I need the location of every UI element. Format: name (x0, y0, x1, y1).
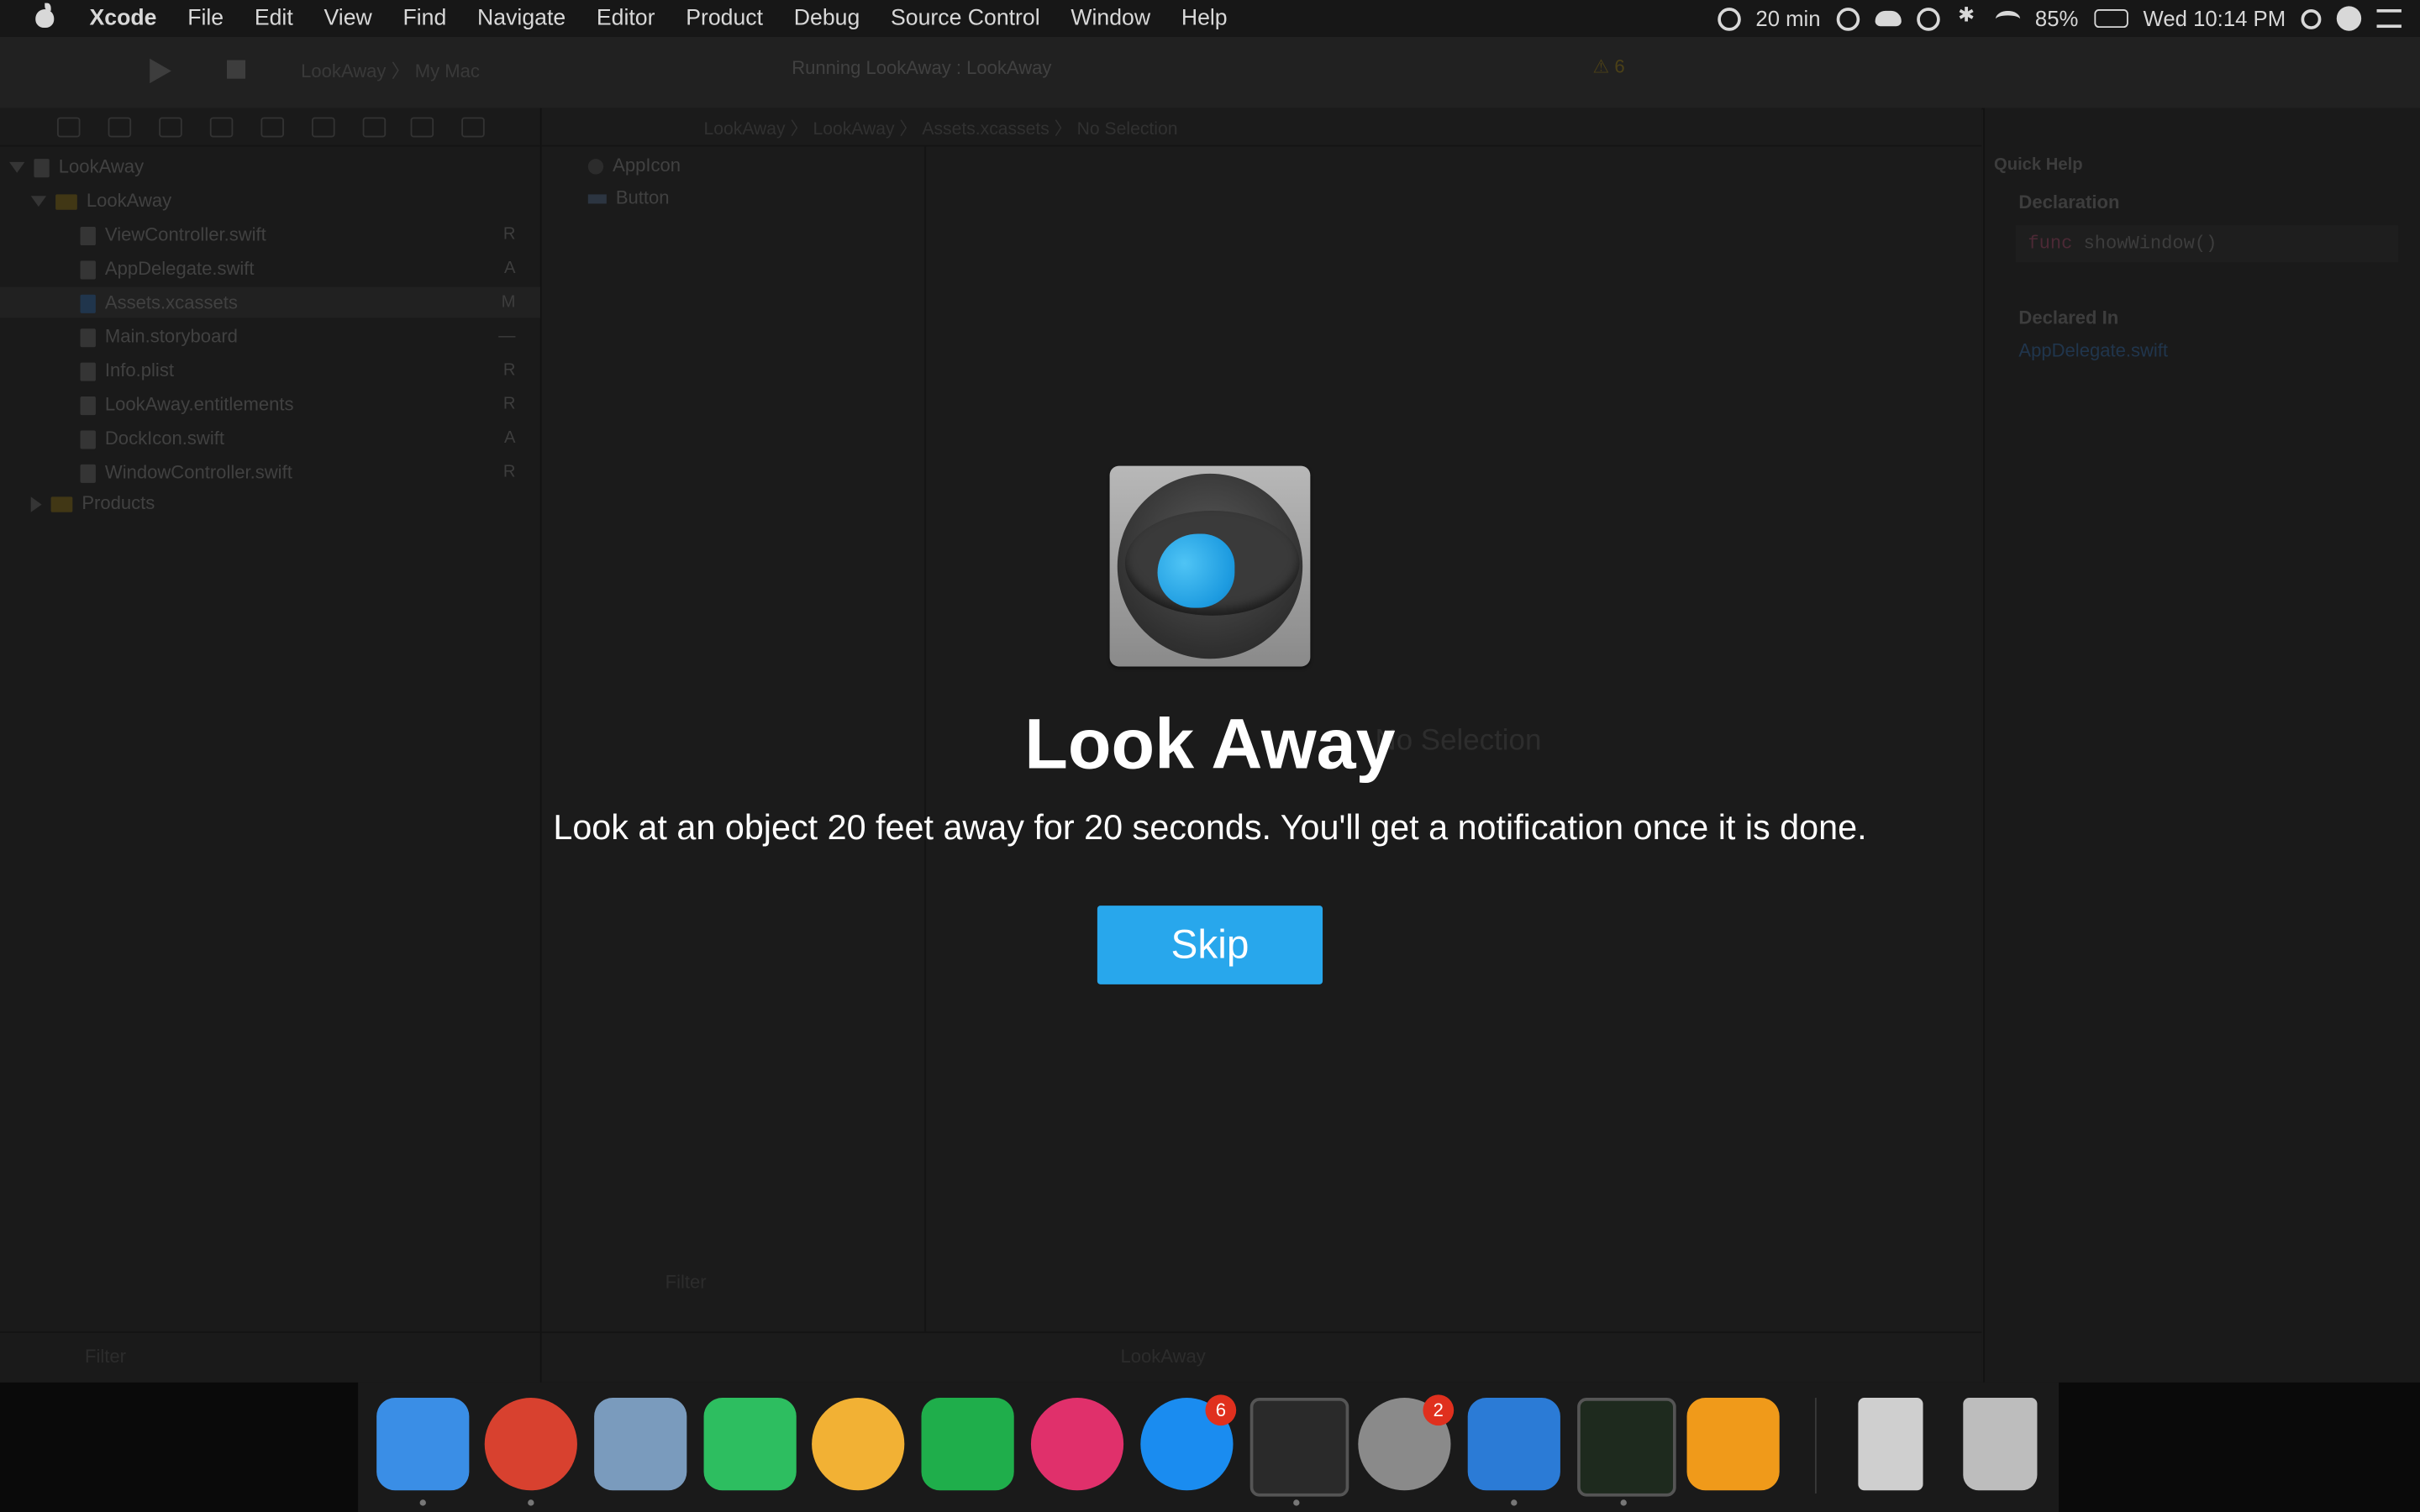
eye-pupil (1157, 533, 1235, 608)
menu-source-control[interactable]: Source Control (891, 6, 1040, 30)
running-indicator (528, 1499, 534, 1506)
trash-icon[interactable] (1963, 1398, 2038, 1491)
spotlight-icon[interactable] (2301, 8, 2322, 29)
activity-monitor-icon[interactable] (1577, 1398, 1676, 1497)
menu-debug[interactable]: Debug (794, 6, 860, 30)
overlay-message: Look at an object 20 feet away for 20 se… (553, 808, 1867, 848)
dock: 62 (0, 1382, 2420, 1512)
menu-editor[interactable]: Editor (597, 6, 655, 30)
sync-status-icon[interactable] (1835, 7, 1860, 30)
chrome-icon[interactable] (484, 1398, 577, 1491)
menu-clock[interactable]: Wed 10:14 PM (2144, 6, 2286, 30)
battery-percent[interactable]: 85% (2035, 6, 2078, 30)
dock-separator (1814, 1398, 1817, 1494)
running-indicator (1620, 1499, 1627, 1506)
overlay-title: Look Away (1024, 703, 1396, 785)
documents-stack-icon[interactable] (1858, 1398, 1923, 1491)
battery-icon[interactable] (2093, 9, 2128, 29)
lookaway-app-icon (1109, 465, 1311, 667)
preview-icon[interactable] (594, 1398, 687, 1491)
photos-icon[interactable] (812, 1398, 905, 1491)
menu-window[interactable]: Window (1071, 6, 1150, 30)
menu-app-name[interactable]: Xcode (90, 6, 157, 30)
skip-button[interactable]: Skip (1097, 906, 1323, 984)
cloud-status-icon[interactable] (1874, 10, 1902, 27)
terminal-icon[interactable] (1249, 1398, 1349, 1497)
sublime-icon[interactable] (1686, 1398, 1780, 1491)
menu-edit[interactable]: Edit (255, 6, 293, 30)
menu-extras: 20 min 85% Wed 10:14 PM (1717, 0, 2402, 37)
eye-icon (1117, 473, 1303, 659)
facetime-icon[interactable] (921, 1398, 1014, 1491)
running-indicator (1293, 1499, 1300, 1506)
notification-badge: 6 (1205, 1394, 1237, 1426)
menu-product[interactable]: Product (686, 6, 763, 30)
finder-icon[interactable] (376, 1398, 470, 1491)
evernote-icon[interactable] (703, 1398, 797, 1491)
running-indicator (419, 1499, 426, 1506)
time-machine-icon[interactable] (1916, 7, 1940, 30)
lookaway-timer[interactable]: 20 min (1755, 6, 1820, 30)
siri-icon[interactable] (2336, 6, 2362, 31)
screen: Xcode File Edit View Find Navigate Edito… (0, 0, 2420, 1512)
menu-navigate[interactable]: Navigate (477, 6, 566, 30)
running-indicator (1511, 1499, 1518, 1506)
lookaway-status-icon[interactable] (1717, 7, 1741, 30)
menu-view[interactable]: View (324, 6, 372, 30)
itunes-icon[interactable] (1030, 1398, 1124, 1491)
notification-center-icon[interactable] (2376, 9, 2402, 29)
notification-badge: 2 (1423, 1394, 1455, 1426)
apple-menu-icon[interactable] (31, 0, 62, 37)
xcode-icon[interactable] (1467, 1398, 1560, 1491)
menu-file[interactable]: File (187, 6, 224, 30)
wifi-icon[interactable] (1995, 9, 2020, 27)
menu-bar: Xcode File Edit View Find Navigate Edito… (0, 0, 2420, 38)
menu-find[interactable]: Find (402, 6, 446, 30)
bluetooth-icon[interactable] (1954, 3, 1979, 29)
menu-help[interactable]: Help (1181, 6, 1228, 30)
